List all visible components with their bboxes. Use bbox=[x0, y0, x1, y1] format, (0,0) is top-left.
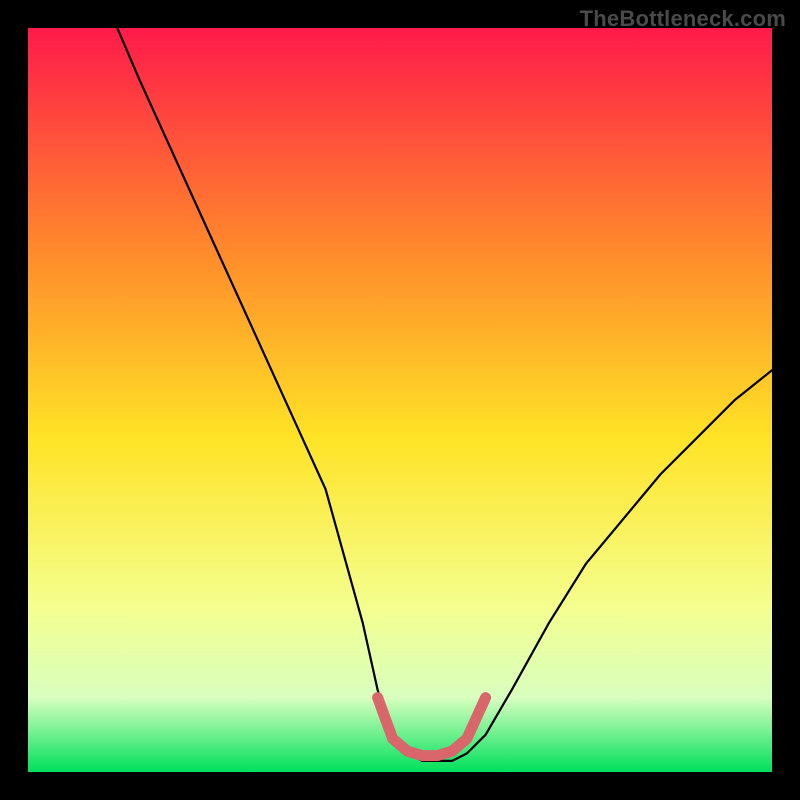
chart-svg bbox=[28, 28, 772, 772]
gradient-background bbox=[28, 28, 772, 772]
plot-area bbox=[28, 28, 772, 772]
watermark-label: TheBottleneck.com bbox=[580, 6, 786, 32]
chart-container: TheBottleneck.com bbox=[0, 0, 800, 800]
